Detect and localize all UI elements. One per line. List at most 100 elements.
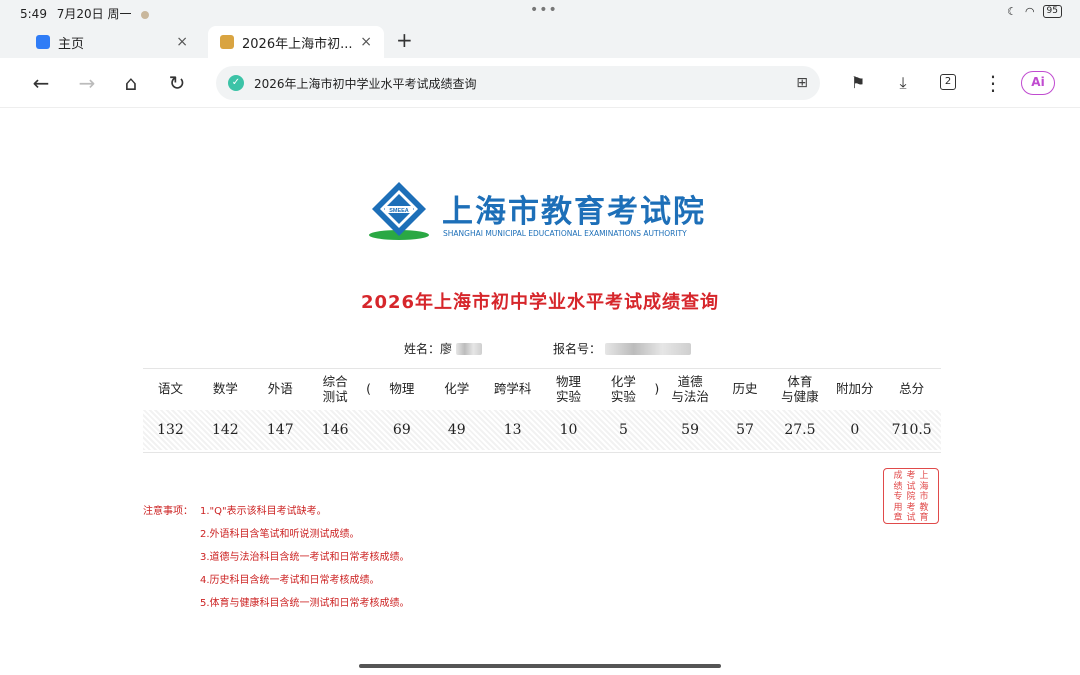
score-header-cell: 化学	[444, 381, 470, 396]
score-header-cell: 附加分	[836, 381, 874, 396]
score-value-cell: 5	[618, 421, 628, 438]
tab-score-query[interactable]: 2026年上海市初... ×	[208, 26, 384, 58]
address-bar[interactable]: ✓ 2026年上海市初中学业水平考试成绩查询 ⊞	[216, 66, 820, 100]
notification-icon	[141, 10, 150, 19]
smeea-emblem-icon: SMEEA	[369, 182, 429, 240]
page-title: 2026年上海市初中学业水平考试成绩查询	[360, 292, 720, 313]
score-value-cell: 146	[321, 421, 349, 438]
name-label: 姓名：	[404, 342, 441, 356]
forward-button[interactable]: →	[74, 70, 100, 96]
score-header-cell: )	[654, 381, 660, 396]
redacted-name	[456, 342, 483, 355]
score-value-cell: 0	[850, 421, 860, 438]
add-bookmark-icon[interactable]: ⊞	[796, 75, 808, 91]
score-header-cell: 数学	[212, 381, 238, 396]
url-text[interactable]: 2026年上海市初中学业水平考试成绩查询	[254, 75, 796, 92]
score-value-cell: 10	[559, 421, 578, 438]
seal-char: 用	[893, 502, 903, 513]
download-icon[interactable]: ⤓	[890, 70, 916, 96]
notes-heading: 注意事项：	[143, 506, 193, 517]
seal-char: 上	[919, 471, 929, 481]
back-button[interactable]: ←	[28, 70, 54, 96]
seal-char: 试	[906, 513, 916, 523]
score-value-cell: 49	[447, 421, 466, 438]
student-name: 姓名： 廖	[404, 340, 483, 357]
score-value-cell: 69	[392, 421, 411, 438]
score-header-cell: 跨学科	[493, 381, 532, 396]
score-table: 语文 数学 外语 综合 测试 (物理 化学 跨学科 物理 实验 化学 实验) 道德 与法治 历史 体育…	[143, 368, 941, 450]
home-indicator[interactable]	[359, 664, 721, 668]
score-header-cell: 综合 测试	[322, 373, 348, 404]
official-seal-stamp: 上海市教育考试院考试成绩专用章	[883, 468, 939, 524]
seal-char: 院	[906, 492, 916, 502]
score-header-cell: 总分	[899, 381, 925, 396]
tab-strip: 主页 × 2026年上海市初... × +	[0, 26, 1080, 58]
status-right: ☾ ◠ 95	[1007, 5, 1062, 18]
browser-toolbar: ← → ⌂ ↻ ✓ 2026年上海市初中学业水平考试成绩查询 ⊞ ⚑ ⤓ 2 ⋮…	[0, 58, 1080, 108]
tab-label: 主页	[58, 36, 85, 52]
close-icon[interactable]: ×	[360, 34, 372, 50]
new-tab-button[interactable]: +	[396, 28, 413, 52]
seal-char: 成	[893, 471, 903, 481]
wifi-icon: ◠	[1024, 5, 1035, 18]
tab-count-button[interactable]: 2	[940, 74, 956, 90]
shield-icon[interactable]: ✓	[228, 75, 244, 91]
score-header-cell: 历史	[732, 381, 758, 396]
site-favicon-icon	[220, 35, 234, 49]
logo-title-en: SHANGHAI MUNICIPAL EDUCATIONAL EXAMINATI…	[443, 229, 687, 238]
seal-char: 章	[893, 513, 903, 523]
score-header-row: 语文 数学 外语 综合 测试 (物理 化学 跨学科 物理 实验 化学 实验) 道德 与法治 历史 体育…	[143, 368, 941, 408]
seal-column: 上海市教育	[920, 471, 929, 523]
emblem-text: SMEEA	[389, 208, 409, 214]
status-date: 7月20日 周一	[56, 7, 132, 21]
score-header-cell: 体育 与健康	[781, 373, 819, 404]
score-value-cell: 132	[157, 421, 184, 438]
score-value-row: 132 142 147 146 69 49 13 10 5 59 57 27.5 0 710.5	[143, 410, 941, 450]
score-value-cell: 59	[681, 421, 699, 438]
bookmarks-icon[interactable]: ⚑	[845, 70, 871, 96]
score-value-cell: 147	[266, 421, 294, 438]
seal-column: 考试院考试	[906, 471, 915, 523]
ai-button[interactable]: Ai	[1021, 71, 1055, 95]
seal-char: 教	[919, 502, 929, 513]
menu-button[interactable]: ⋮	[980, 70, 1006, 96]
seal-char: 绩	[893, 481, 903, 492]
smeea-logo: SMEEA 上海市教育考试院 SHANGHAI MUNICIPAL EDUCAT…	[368, 180, 712, 242]
score-header-cell: 化学 实验	[610, 373, 636, 404]
score-value-cell: 13	[503, 421, 522, 438]
status-bar: 5:49 7月20日 周一 ••• ☾ ◠ 95	[0, 0, 1080, 26]
refresh-button[interactable]: ↻	[164, 70, 190, 96]
registration-number: 报名号：	[553, 340, 692, 357]
note-item: 5.体育与健康科目含统一测试和日常考核成绩。	[200, 598, 410, 609]
battery-icon: 95	[1042, 5, 1062, 18]
redacted-reg-number	[605, 342, 692, 355]
score-header-cell: 道德 与法治	[671, 373, 709, 404]
status-time: 5:49	[20, 7, 47, 21]
score-header-cell: (	[366, 381, 371, 396]
seal-column: 成绩专用章	[893, 471, 902, 523]
logo-title-cn: 上海市教育考试院	[442, 194, 706, 230]
more-dots-icon[interactable]: •••	[530, 2, 558, 18]
seal-char: 专	[893, 492, 903, 502]
score-value-cell: 57	[736, 421, 754, 438]
seal-char: 海	[919, 481, 929, 492]
note-item: 1."Q"表示该科目考试缺考。	[200, 506, 327, 517]
reg-label: 报名号：	[553, 342, 602, 356]
close-icon[interactable]: ×	[176, 34, 188, 50]
score-value-cell: 710.5	[891, 421, 932, 438]
score-header-cell: 物理	[389, 381, 415, 396]
tab-home[interactable]: 主页 ×	[24, 26, 200, 58]
score-header-cell: 外语	[267, 381, 293, 396]
home-tab-icon	[36, 35, 50, 49]
status-left: 5:49 7月20日 周一	[20, 5, 155, 22]
moon-icon: ☾	[1007, 5, 1017, 18]
note-item: 2.外语科目含笔试和听说测试成绩。	[200, 529, 360, 540]
score-value-cell: 27.5	[784, 421, 816, 438]
seal-char: 育	[919, 513, 929, 523]
seal-char: 试	[906, 481, 916, 492]
name-value: 廖	[440, 342, 453, 356]
note-item: 3.道德与法治科目含统一考试和日常考核成绩。	[200, 552, 410, 563]
seal-char: 考	[906, 471, 916, 481]
home-button[interactable]: ⌂	[118, 70, 144, 96]
seal-char: 市	[919, 492, 929, 502]
